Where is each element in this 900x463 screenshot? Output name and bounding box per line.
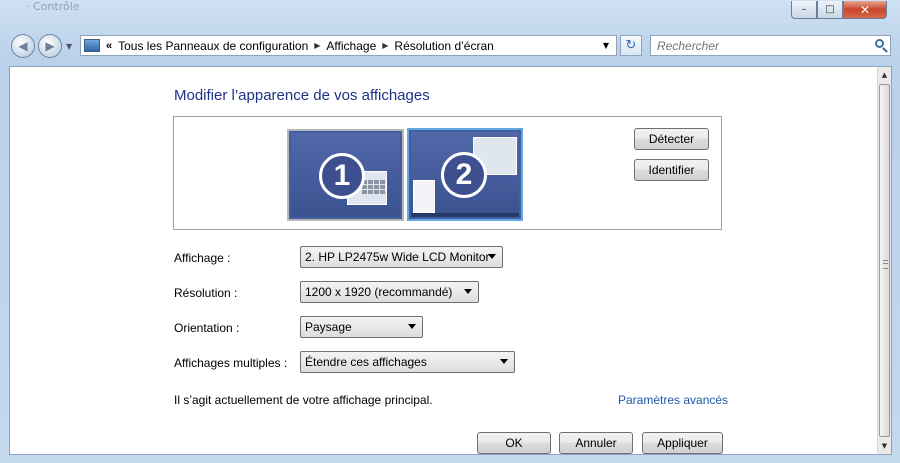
orientation-label: Orientation : bbox=[174, 321, 240, 335]
history-dropdown[interactable]: ▼ bbox=[66, 42, 72, 51]
grip-icon bbox=[883, 260, 888, 269]
taskbar-thumbnail bbox=[411, 213, 519, 217]
apply-button[interactable]: Appliquer bbox=[642, 432, 723, 454]
detect-button[interactable]: Détecter bbox=[634, 128, 709, 150]
dropdown-arrow-icon bbox=[408, 324, 416, 329]
resolution-label: Résolution : bbox=[174, 286, 238, 300]
breadcrumb-item-display[interactable]: Affichage bbox=[326, 39, 376, 53]
address-dropdown-icon[interactable]: ▼ bbox=[598, 36, 614, 55]
monitor-1[interactable]: 1 bbox=[287, 129, 404, 221]
display-select[interactable]: 2. HP LP2475w Wide LCD Monitor bbox=[300, 246, 503, 268]
dropdown-arrow-icon bbox=[488, 254, 496, 259]
chevron-down-icon: ▼ bbox=[66, 42, 73, 51]
display-label: Affichage : bbox=[174, 251, 231, 265]
multiple-displays-select[interactable]: Étendre ces affichages bbox=[300, 351, 515, 373]
scroll-down-arrow-icon[interactable]: ▼ bbox=[878, 438, 891, 454]
orientation-select[interactable]: Paysage bbox=[300, 316, 423, 338]
back-button[interactable]: ◀ bbox=[11, 34, 35, 58]
search-input[interactable] bbox=[651, 36, 857, 55]
scrollbar-thumb[interactable] bbox=[879, 84, 890, 437]
dropdown-arrow-icon bbox=[464, 289, 472, 294]
resolution-select-value: 1200 x 1920 (recommandé) bbox=[305, 285, 453, 299]
control-panel-icon bbox=[84, 39, 100, 52]
resolution-select[interactable]: 1200 x 1920 (recommandé) bbox=[300, 281, 479, 303]
refresh-button[interactable]: ↻ bbox=[620, 35, 642, 56]
breadcrumb-item-control-panel[interactable]: Tous les Panneaux de configuration bbox=[118, 39, 308, 53]
ok-button[interactable]: OK bbox=[477, 432, 551, 454]
orientation-select-value: Paysage bbox=[305, 320, 352, 334]
dropdown-arrow-icon bbox=[500, 359, 508, 364]
address-bar[interactable]: « Tous les Panneaux de configuration ▶ A… bbox=[80, 35, 617, 56]
breadcrumb-separator-icon[interactable]: ▶ bbox=[382, 41, 388, 50]
monitor-number-badge: 2 bbox=[441, 152, 487, 198]
monitor-arrangement: 1 2 Détecter Identifier bbox=[173, 116, 722, 230]
vertical-scrollbar[interactable]: ▲ ▼ bbox=[877, 66, 892, 455]
arrow-right-icon: ▶ bbox=[45, 39, 55, 53]
advanced-settings-link[interactable]: Paramètres avancés bbox=[618, 393, 728, 407]
app-grid-icon bbox=[362, 180, 385, 194]
multiple-displays-select-value: Étendre ces affichages bbox=[305, 355, 427, 369]
overflow-chevron-icon[interactable]: « bbox=[106, 40, 112, 52]
scroll-up-arrow-icon[interactable]: ▲ bbox=[878, 67, 891, 83]
monitor-2[interactable]: 2 bbox=[407, 128, 523, 221]
breadcrumb: « Tous les Panneaux de configuration ▶ A… bbox=[106, 39, 494, 53]
cancel-button[interactable]: Annuler bbox=[559, 432, 633, 454]
multiple-displays-label: Affichages multiples : bbox=[174, 356, 288, 370]
identify-button[interactable]: Identifier bbox=[634, 159, 709, 181]
forward-button[interactable]: ▶ bbox=[38, 34, 62, 58]
window-controls: – □ ✕ bbox=[791, 1, 887, 19]
breadcrumb-separator-icon[interactable]: ▶ bbox=[314, 41, 320, 50]
start-menu-thumbnail-icon bbox=[413, 180, 435, 213]
maximize-button[interactable]: □ bbox=[817, 1, 843, 19]
display-select-value: 2. HP LP2475w Wide LCD Monitor bbox=[305, 250, 490, 264]
page-title: Modifier l’apparence de vos affichages bbox=[174, 87, 430, 104]
close-button[interactable]: ✕ bbox=[843, 1, 887, 19]
window-title: · Contrôle bbox=[26, 0, 80, 13]
primary-display-info: Il s’agit actuellement de votre affichag… bbox=[174, 393, 433, 407]
minimize-button[interactable]: – bbox=[791, 1, 817, 19]
monitor-number-badge: 1 bbox=[319, 153, 365, 199]
refresh-icon: ↻ bbox=[625, 38, 637, 53]
arrow-left-icon: ◀ bbox=[18, 39, 28, 53]
search-box bbox=[650, 35, 891, 56]
content-pane: Modifier l’apparence de vos affichages 1… bbox=[9, 66, 877, 455]
breadcrumb-item-screen-resolution[interactable]: Résolution d’écran bbox=[394, 39, 493, 53]
search-icon[interactable] bbox=[875, 39, 884, 48]
